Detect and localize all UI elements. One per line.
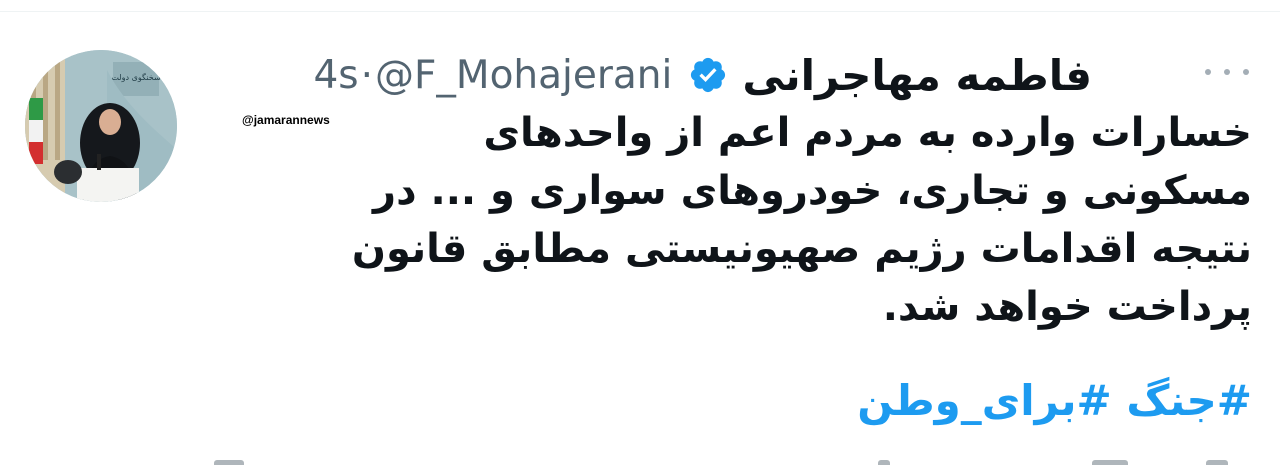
user-handle[interactable]: @F_Mohajerani [375,53,672,98]
more-options-icon[interactable] [1205,60,1249,84]
action-bar-partial [0,456,1280,465]
tweet-header: فاطمه مهاجرانی @F_Mohajerani · 4s [313,43,1092,107]
share-icon[interactable] [1206,460,1228,465]
reply-icon[interactable] [214,460,244,465]
tweet-text-line: خسارات وارده به مردم اعم از واحدهای [483,110,1252,156]
more-dot [1243,69,1249,75]
hashtag-link[interactable]: #جنگ [1126,376,1252,425]
retweet-icon[interactable] [878,460,890,465]
hashtag-row: #جنگ #برای_وطن [857,372,1252,430]
more-dot [1224,69,1230,75]
separator-dot: · [360,52,373,98]
timestamp[interactable]: 4s [313,53,358,98]
tweet-text-line: مسکونی و تجاری، خودروهای سواری و ... در [373,168,1252,214]
avatar-photo: سخنگوی دولت [25,50,177,202]
verified-badge-icon [688,55,728,95]
tweet-text-line: پرداخت خواهد شد. [882,284,1252,330]
tweet-text: خسارات وارده به مردم اعم از واحدهای مسکو… [212,104,1252,336]
tweet-text-line: نتیجه اقدامات رژیم صهیونیستی مطابق قانون [351,226,1252,272]
svg-text:سخنگوی دولت: سخنگوی دولت [111,72,161,82]
more-dot [1205,69,1211,75]
avatar[interactable]: سخنگوی دولت [25,50,177,202]
hashtag-link[interactable]: #برای_وطن [857,376,1111,425]
like-icon[interactable] [1092,460,1128,465]
display-name[interactable]: فاطمه مهاجرانی [742,51,1092,100]
top-divider [0,11,1280,12]
